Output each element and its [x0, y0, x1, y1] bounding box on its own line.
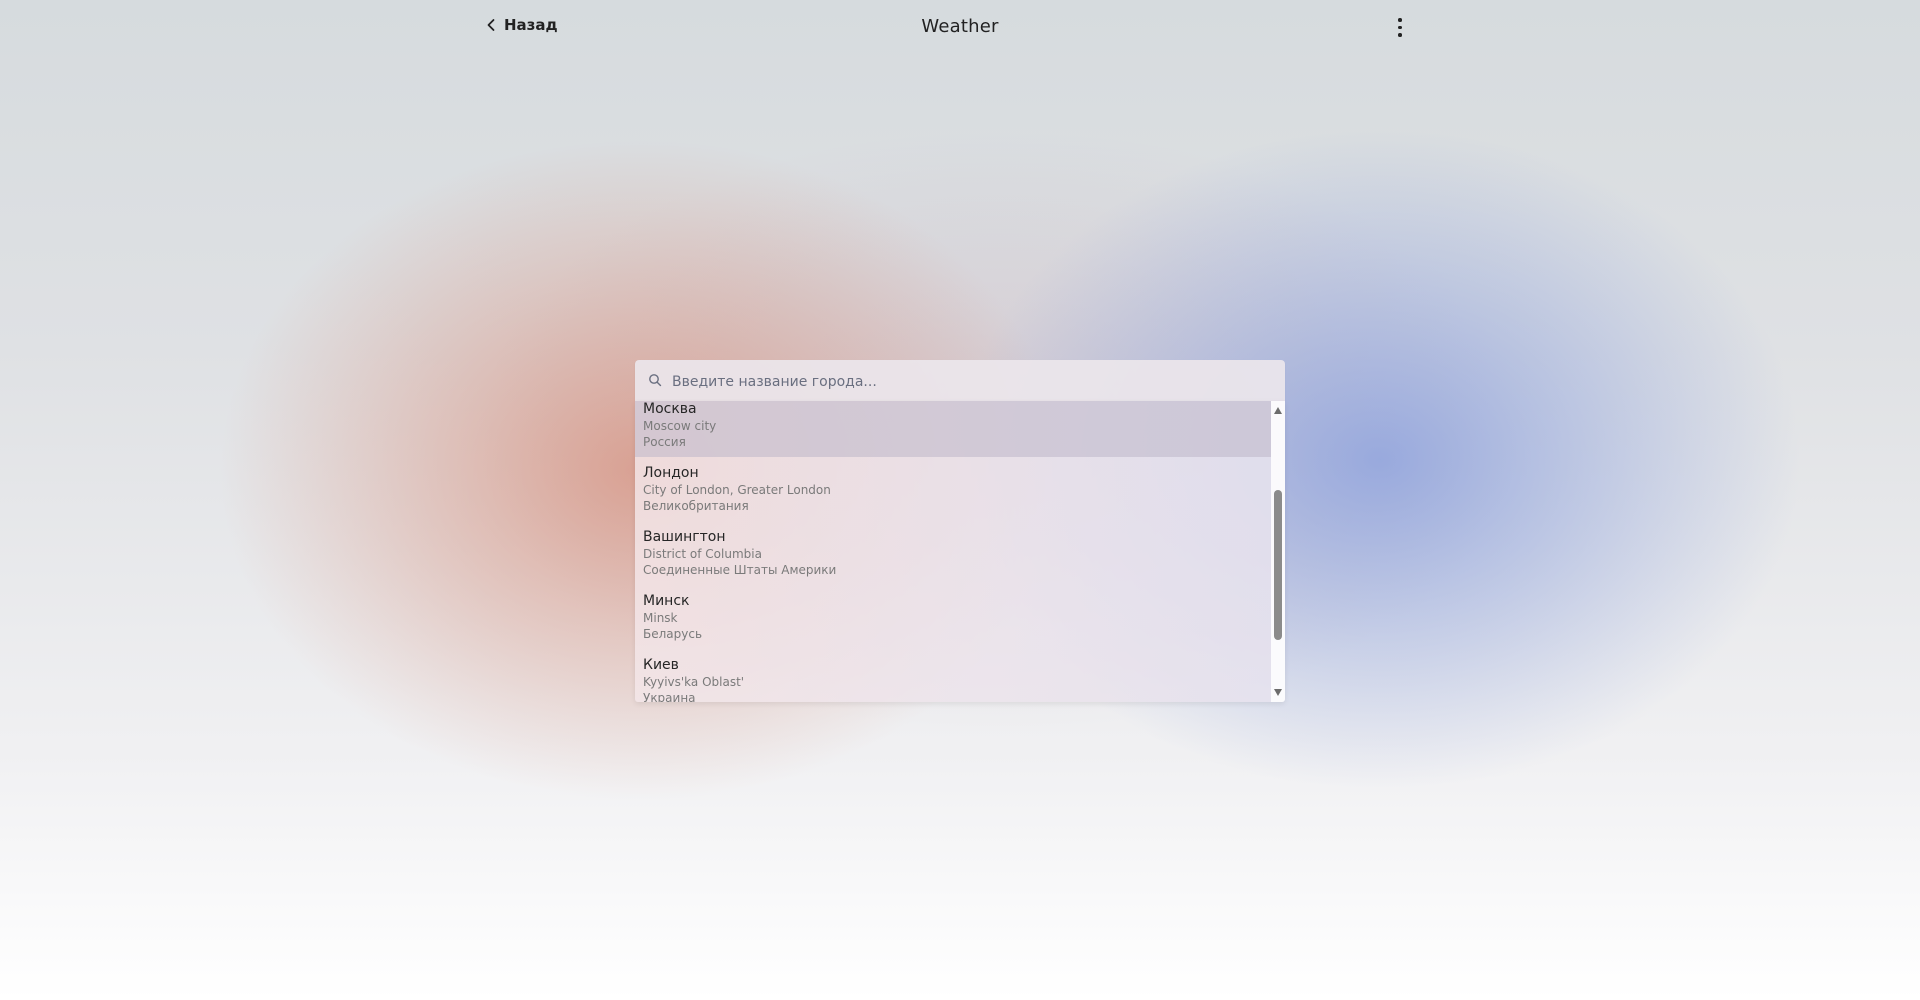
list-item[interactable]: Минск Minsk Беларусь — [635, 585, 1271, 649]
list-item[interactable]: Лондон City of London, Greater London Ве… — [635, 457, 1271, 521]
search-icon — [649, 374, 662, 387]
city-name: Минск — [643, 593, 690, 609]
city-region: Moscow city — [643, 419, 717, 433]
city-region: District of Columbia — [643, 547, 762, 561]
list-item[interactable]: Москва Moscow city Россия — [635, 401, 1271, 457]
city-region: City of London, Greater London — [643, 483, 831, 497]
city-name: Лондон — [643, 465, 699, 481]
scroll-up-arrow-icon[interactable] — [1274, 407, 1282, 414]
city-region: Minsk — [643, 611, 678, 625]
search-results-list: Москва Moscow city Россия Лондон City of… — [635, 401, 1285, 702]
search-box — [635, 360, 1285, 403]
scroll-down-arrow-icon[interactable] — [1274, 689, 1282, 696]
city-name: Вашингтон — [643, 529, 726, 545]
city-country: Великобритания — [643, 499, 749, 513]
more-menu-button[interactable] — [1391, 18, 1409, 42]
city-name: Киев — [643, 657, 679, 673]
city-country: Соединенные Штаты Америки — [643, 563, 837, 577]
more-vertical-icon — [1391, 18, 1409, 37]
city-country: Россия — [643, 435, 686, 449]
city-country: Беларусь — [643, 627, 703, 641]
results-scrollbar[interactable] — [1271, 401, 1285, 702]
city-region: Kyyivs'ka Oblast' — [643, 675, 745, 689]
city-name: Москва — [643, 401, 697, 417]
list-item[interactable]: Киев Kyyivs'ka Oblast' Украина — [635, 649, 1271, 702]
page-title: Weather — [921, 16, 999, 37]
list-item[interactable]: Вашингтон District of Columbia Соединенн… — [635, 521, 1271, 585]
scrollbar-thumb[interactable] — [1274, 490, 1282, 640]
top-bar: Назад Weather — [0, 0, 1920, 58]
city-country: Украина — [643, 691, 696, 702]
search-input[interactable] — [670, 360, 1274, 403]
city-search-panel: Москва Moscow city Россия Лондон City of… — [635, 360, 1285, 702]
